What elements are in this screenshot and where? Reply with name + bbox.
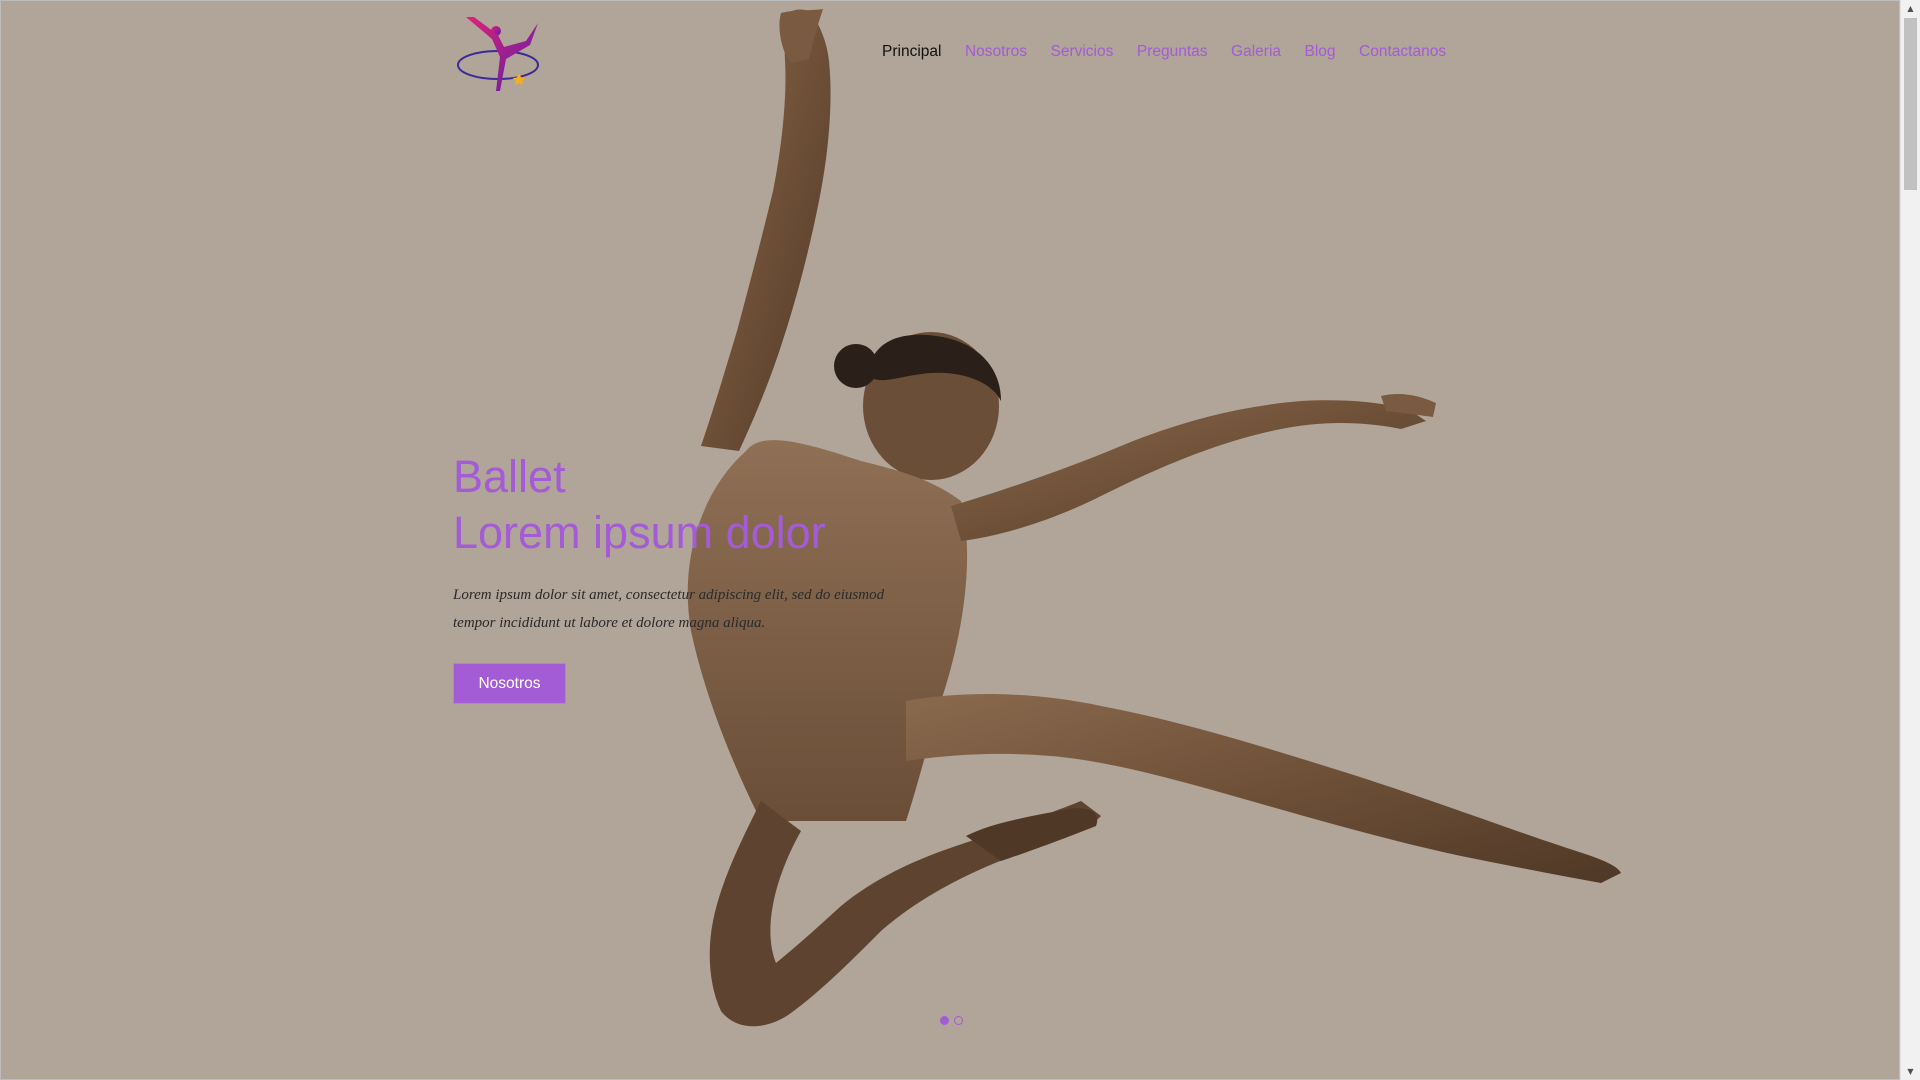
vertical-scrollbar[interactable]: ▲ ▼	[1900, 0, 1920, 1080]
slider-dots	[940, 1016, 963, 1025]
nav-link-nosotros[interactable]: Nosotros	[965, 43, 1027, 61]
scroll-thumb[interactable]	[1904, 18, 1917, 190]
hero-title: Ballet Lorem ipsum dolor	[453, 449, 826, 561]
nav-link-preguntas[interactable]: Preguntas	[1137, 43, 1208, 61]
page-viewport: Principal Nosotros Servicios Preguntas G…	[0, 0, 1900, 1080]
nav-link-contactanos[interactable]: Contactanos	[1359, 43, 1446, 61]
nav-link-servicios[interactable]: Servicios	[1050, 43, 1113, 61]
dancer-hero-image	[687, 9, 1621, 1027]
nav-link-galeria[interactable]: Galeria	[1231, 43, 1281, 61]
main-nav: Principal Nosotros Servicios Preguntas G…	[882, 43, 1470, 61]
dancer-logo-icon[interactable]	[456, 13, 548, 97]
nav-link-principal[interactable]: Principal	[882, 43, 941, 61]
slider-dot-2[interactable]	[954, 1016, 963, 1025]
nav-link-blog[interactable]: Blog	[1305, 43, 1336, 61]
slider-dot-1[interactable]	[940, 1016, 949, 1025]
hero-title-line2: Lorem ipsum dolor	[453, 507, 826, 558]
scroll-up-arrow-icon[interactable]: ▲	[1901, 0, 1920, 17]
hero-description: Lorem ipsum dolor sit amet, consectetur …	[453, 587, 885, 631]
hero-title-line1: Ballet	[453, 451, 566, 502]
scroll-down-arrow-icon[interactable]: ▼	[1901, 1063, 1920, 1080]
nosotros-button[interactable]: Nosotros	[453, 663, 566, 704]
